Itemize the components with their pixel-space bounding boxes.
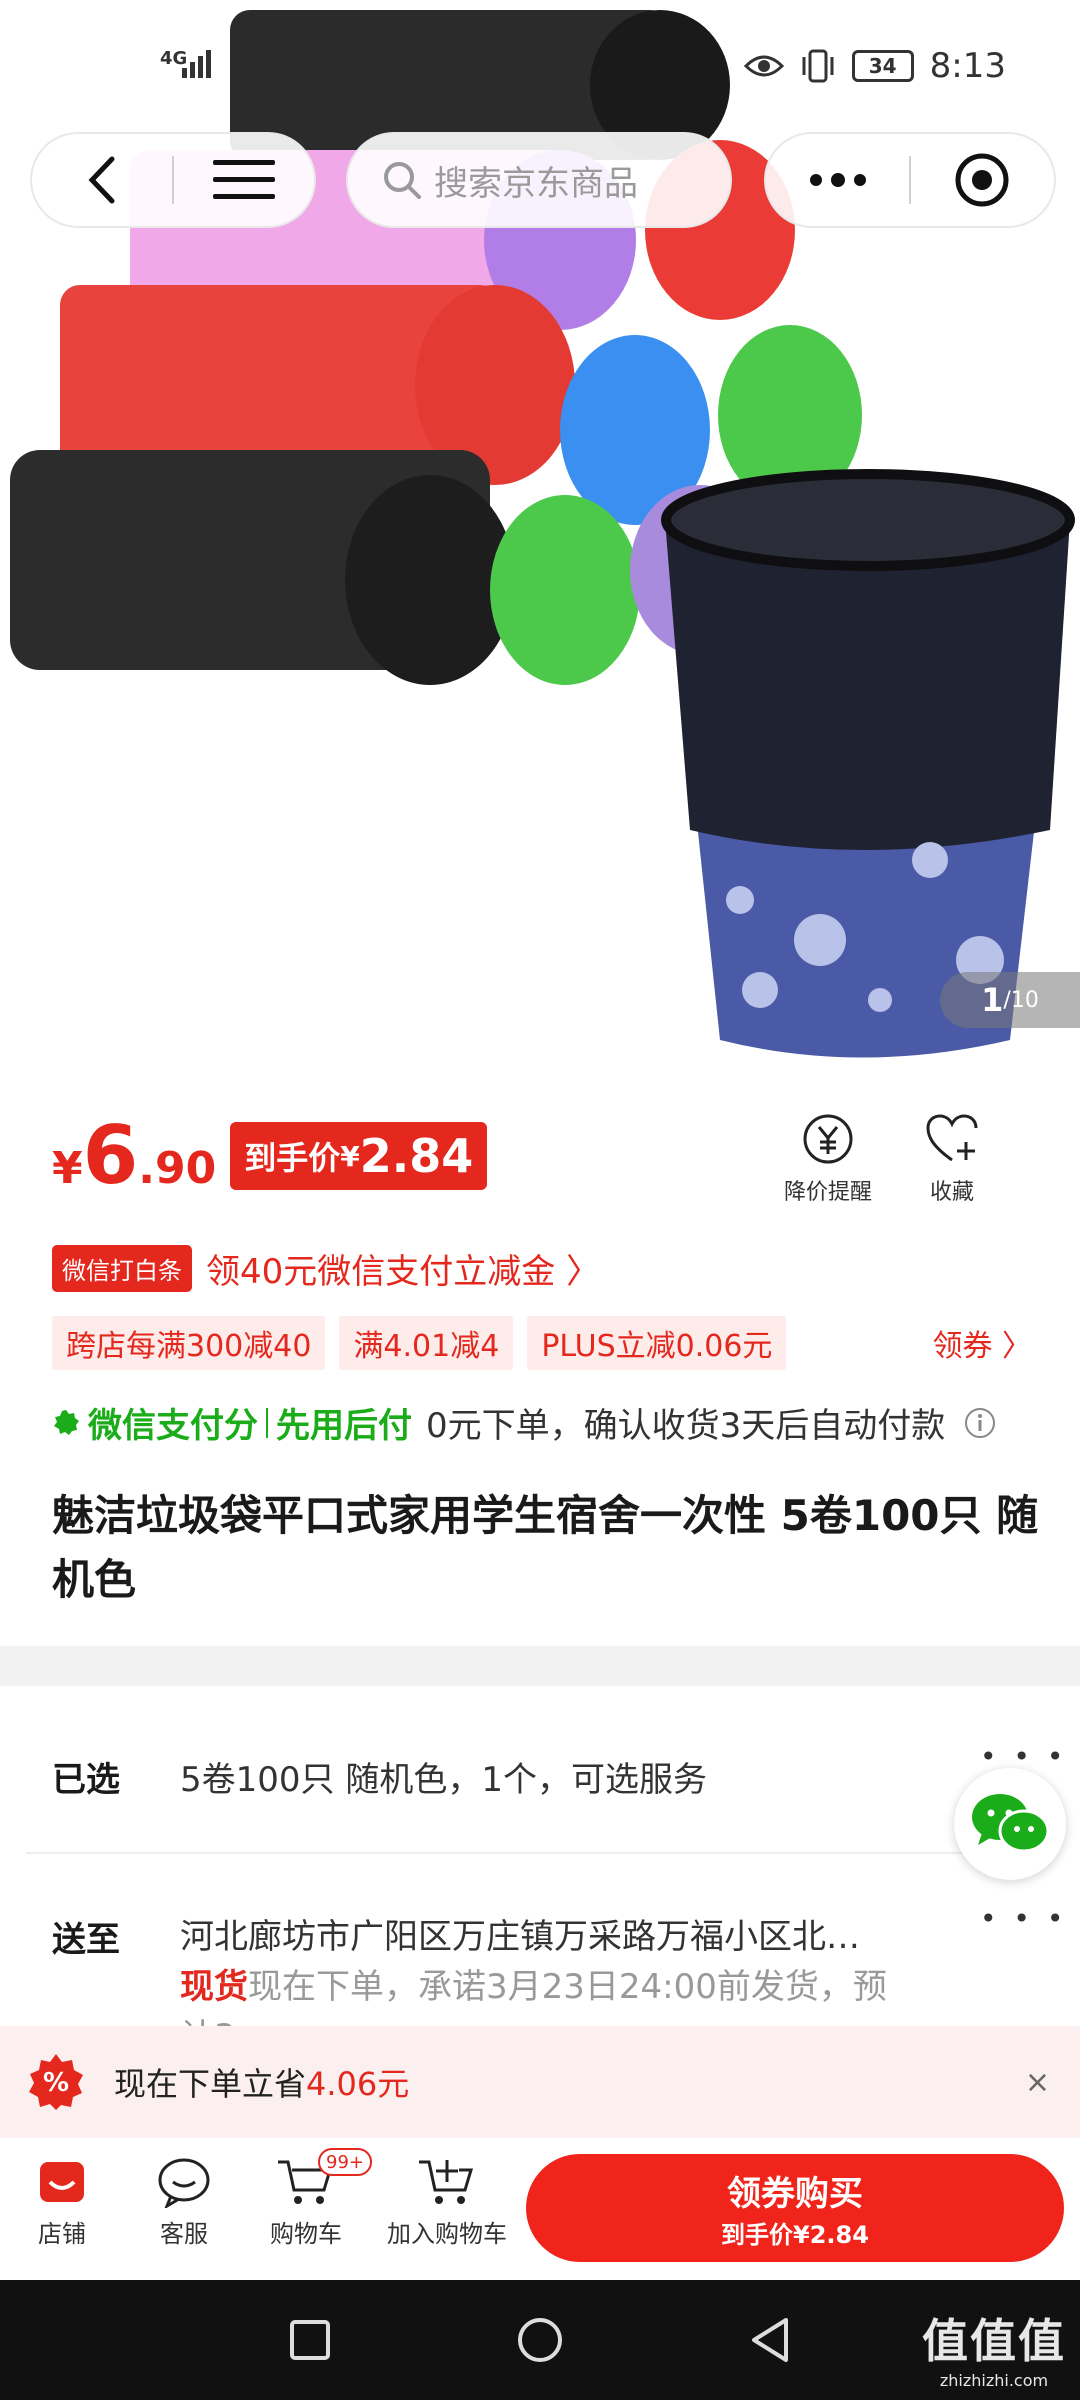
heart-add-icon <box>926 1114 978 1162</box>
clock: 8:13 <box>929 46 1006 86</box>
wechat-icon <box>972 1794 1050 1853</box>
cart-button[interactable]: 99+ 购物车 <box>256 2148 372 2249</box>
final-price-tag: 到手价 ¥ 2.84 <box>230 1122 488 1190</box>
discount-badge-icon: % <box>29 2054 83 2110</box>
system-back-button[interactable] <box>710 2280 830 2400</box>
more-dots-icon <box>809 173 866 187</box>
savings-text: 现在下单立省4.06元 <box>114 2059 409 2105</box>
stock-status: 现货 <box>180 1967 248 2007</box>
buy-button-subtitle: 到手价¥2.84 <box>721 2221 869 2249</box>
cart-add-icon <box>419 2160 474 2204</box>
close-banner-button[interactable]: × <box>1025 2065 1050 2100</box>
svg-text:%: % <box>43 2068 69 2098</box>
recent-apps-button[interactable] <box>250 2280 370 2400</box>
eye-icon <box>743 55 784 77</box>
selected-label: 已选 <box>52 1760 120 1800</box>
shop-button[interactable]: 店铺 <box>22 2156 102 2249</box>
cart-label: 购物车 <box>270 2220 342 2248</box>
price-alert-label: 降价提醒 <box>784 1180 873 1205</box>
wechat-promo[interactable]: 微信打白条 领40元微信支付立减金 〉 <box>52 1244 600 1293</box>
favorite-button[interactable]: 收藏 <box>924 1112 980 1206</box>
image-counter-total: /10 <box>1003 987 1039 1013</box>
target-icon <box>955 153 1009 207</box>
back-button[interactable] <box>32 134 172 226</box>
nav-right-group <box>764 132 1056 228</box>
buy-with-coupon-button[interactable]: 领券购买 到手价¥2.84 <box>526 2154 1064 2262</box>
square-icon <box>290 2320 330 2360</box>
bottom-action-bar: 店铺 客服 99+ 购物车 加入购物车 领券购买 到手价¥2.84 <box>0 2138 1080 2280</box>
image-counter: 1 /10 <box>940 972 1080 1028</box>
vibrate-icon <box>802 49 834 83</box>
more-dots-icon[interactable]: • • • <box>980 1902 1067 1935</box>
pay-later-description: 0元下单，确认收货3天后自动付款 <box>426 1406 946 1446</box>
price: ¥ 6 .90 <box>52 1109 217 1202</box>
nav-left-group <box>30 132 316 228</box>
add-to-cart-label: 加入购物车 <box>387 2220 507 2248</box>
price-alert-button[interactable]: 降价提醒 <box>784 1112 872 1206</box>
hamburger-menu-icon <box>213 160 275 199</box>
price-row: ¥ 6 .90 到手价 ¥ 2.84 <box>52 1109 488 1202</box>
selected-value: 5卷100只 随机色，1个，可选服务 <box>180 1760 707 1800</box>
store-icon <box>40 2162 84 2202</box>
price-integer: 6 <box>82 1109 139 1202</box>
search-bar[interactable]: 搜索京东商品 <box>346 132 732 228</box>
coupon-tag[interactable]: PLUS立减0.06元 <box>527 1316 787 1370</box>
image-counter-current: 1 <box>981 981 1004 1019</box>
info-icon[interactable] <box>963 1406 997 1440</box>
wechat-share-button[interactable] <box>954 1768 1066 1880</box>
final-price-currency: ¥ <box>340 1139 360 1173</box>
savings-banner: % 现在下单立省4.06元 × <box>0 2026 1080 2138</box>
pay-later-label: 先用后付 <box>276 1406 412 1446</box>
search-icon <box>384 162 421 199</box>
chat-bubble-icon <box>158 2158 210 2208</box>
circle-home-icon <box>518 2318 562 2362</box>
site-watermark: 值值值 zhizhizhi.com <box>922 2305 1066 2390</box>
system-navigation-bar: 值值值 zhizhizhi.com <box>0 2280 1080 2400</box>
wechat-pay-score-icon <box>54 1409 79 1435</box>
selected-spec-row[interactable]: 已选 5卷100只 随机色，1个，可选服务 <box>52 1752 707 1801</box>
buy-button-label: 领券购买 <box>727 2174 863 2214</box>
cart-count-badge: 99+ <box>318 2148 372 2176</box>
menu-button[interactable] <box>174 134 314 226</box>
customer-service-button[interactable]: 客服 <box>142 2156 226 2249</box>
row-divider <box>26 1852 1056 1854</box>
product-title: 魅洁垃圾袋平口式家用学生宿舍一次性 5卷100只 随机色 <box>52 1491 1039 1604</box>
savings-amount: 4.06元 <box>306 2065 410 2103</box>
status-bar: 4G 34 8:13 <box>0 0 1080 130</box>
battery-indicator: 34 <box>851 50 914 82</box>
favorite-label: 收藏 <box>929 1180 974 1205</box>
get-coupon-link[interactable]: 领券 〉 <box>932 1321 1032 1365</box>
final-price-label: 到手价 <box>244 1139 341 1177</box>
chevron-left-icon <box>88 156 115 204</box>
savings-label: 现在下单立省 <box>114 2065 307 2103</box>
more-button[interactable] <box>766 134 909 226</box>
home-button[interactable] <box>480 2280 600 2400</box>
more-dots-icon[interactable]: • • • <box>980 1740 1067 1773</box>
shipping-address: 河北廊坊市广阳区万庄镇万采路万福小区北… <box>180 1917 860 1957</box>
final-price-value: 2.84 <box>359 1129 474 1183</box>
search-placeholder: 搜索京东商品 <box>434 163 638 204</box>
pay-divider <box>266 1407 268 1438</box>
triangle-back-icon <box>752 2318 788 2362</box>
pay-later-row[interactable]: 微信支付分 先用后付 0元下单，确认收货3天后自动付款 <box>52 1398 997 1447</box>
wechat-pay-score-label: 微信支付分 <box>88 1406 258 1446</box>
coupon-tag[interactable]: 满4.01减4 <box>339 1316 514 1370</box>
price-alert-icon <box>803 1114 853 1164</box>
coupon-tag[interactable]: 跨店每满300减40 <box>52 1316 326 1370</box>
watermark-url: zhizhizhi.com <box>939 2371 1049 2390</box>
wechat-credit-badge: 微信打白条 <box>52 1245 192 1292</box>
watermark-logo: 值值值 <box>922 2314 1066 2368</box>
signal-bars-icon <box>182 50 211 78</box>
add-to-cart-button[interactable]: 加入购物车 <box>382 2156 512 2249</box>
section-gap <box>0 1646 1080 1686</box>
price-decimal: .90 <box>138 1143 217 1194</box>
close-miniprogram-button[interactable] <box>911 134 1054 226</box>
service-label: 客服 <box>160 2220 208 2248</box>
wechat-promo-text: 领40元微信支付立减金 〉 <box>206 1252 601 1292</box>
shop-label: 店铺 <box>38 2220 86 2248</box>
coupon-row: 跨店每满300减40 满4.01减4 PLUS立减0.06元 领券 〉 <box>52 1316 1032 1370</box>
price-currency: ¥ <box>52 1143 83 1194</box>
